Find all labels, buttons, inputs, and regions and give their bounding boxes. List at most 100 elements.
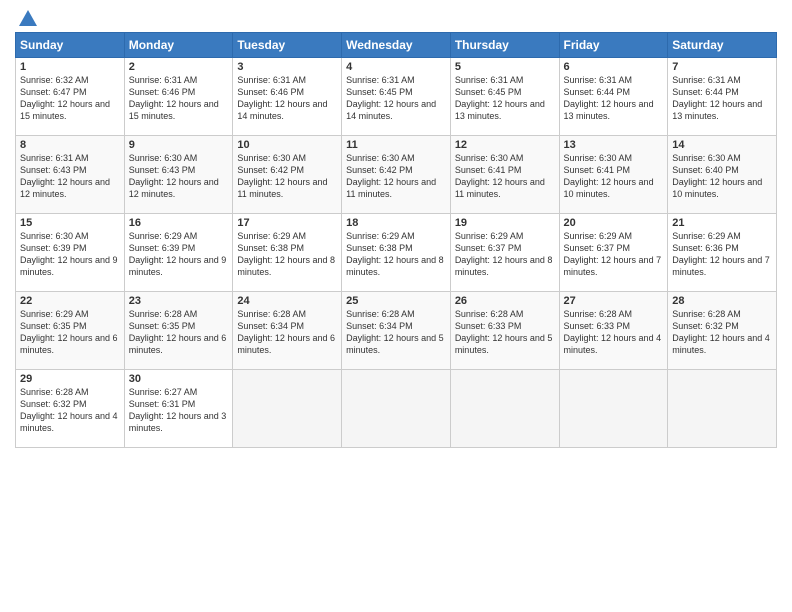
day-number: 26: [455, 295, 555, 307]
calendar-cell: 13 Sunrise: 6:30 AM Sunset: 6:41 PM Dayl…: [559, 136, 668, 214]
day-number: 16: [129, 217, 229, 229]
weekday-header: Friday: [559, 33, 668, 58]
calendar-cell: 20 Sunrise: 6:29 AM Sunset: 6:37 PM Dayl…: [559, 214, 668, 292]
weekday-header-row: SundayMondayTuesdayWednesdayThursdayFrid…: [16, 33, 777, 58]
day-info: Sunrise: 6:31 AM Sunset: 6:45 PM Dayligh…: [346, 74, 446, 123]
calendar-week-row: 29 Sunrise: 6:28 AM Sunset: 6:32 PM Dayl…: [16, 370, 777, 448]
calendar-cell: 12 Sunrise: 6:30 AM Sunset: 6:41 PM Dayl…: [450, 136, 559, 214]
calendar-cell: 11 Sunrise: 6:30 AM Sunset: 6:42 PM Dayl…: [342, 136, 451, 214]
calendar-cell: [450, 370, 559, 448]
calendar-cell: 18 Sunrise: 6:29 AM Sunset: 6:38 PM Dayl…: [342, 214, 451, 292]
day-info: Sunrise: 6:31 AM Sunset: 6:46 PM Dayligh…: [237, 74, 337, 123]
day-number: 1: [20, 61, 120, 73]
day-number: 7: [672, 61, 772, 73]
day-info: Sunrise: 6:28 AM Sunset: 6:32 PM Dayligh…: [20, 386, 120, 435]
day-number: 22: [20, 295, 120, 307]
day-info: Sunrise: 6:31 AM Sunset: 6:43 PM Dayligh…: [20, 152, 120, 201]
calendar-week-row: 8 Sunrise: 6:31 AM Sunset: 6:43 PM Dayli…: [16, 136, 777, 214]
calendar-cell: 24 Sunrise: 6:28 AM Sunset: 6:34 PM Dayl…: [233, 292, 342, 370]
calendar-cell: 22 Sunrise: 6:29 AM Sunset: 6:35 PM Dayl…: [16, 292, 125, 370]
day-number: 12: [455, 139, 555, 151]
day-info: Sunrise: 6:31 AM Sunset: 6:46 PM Dayligh…: [129, 74, 229, 123]
day-info: Sunrise: 6:28 AM Sunset: 6:33 PM Dayligh…: [564, 308, 664, 357]
day-info: Sunrise: 6:29 AM Sunset: 6:36 PM Dayligh…: [672, 230, 772, 279]
day-number: 6: [564, 61, 664, 73]
calendar-cell: 7 Sunrise: 6:31 AM Sunset: 6:44 PM Dayli…: [668, 58, 777, 136]
calendar-cell: [233, 370, 342, 448]
page-header: [15, 10, 777, 24]
day-info: Sunrise: 6:29 AM Sunset: 6:38 PM Dayligh…: [346, 230, 446, 279]
calendar-week-row: 15 Sunrise: 6:30 AM Sunset: 6:39 PM Dayl…: [16, 214, 777, 292]
day-info: Sunrise: 6:28 AM Sunset: 6:35 PM Dayligh…: [129, 308, 229, 357]
day-number: 30: [129, 373, 229, 385]
day-info: Sunrise: 6:29 AM Sunset: 6:38 PM Dayligh…: [237, 230, 337, 279]
weekday-header: Monday: [124, 33, 233, 58]
day-number: 13: [564, 139, 664, 151]
calendar-cell: 16 Sunrise: 6:29 AM Sunset: 6:39 PM Dayl…: [124, 214, 233, 292]
calendar-cell: 29 Sunrise: 6:28 AM Sunset: 6:32 PM Dayl…: [16, 370, 125, 448]
day-number: 23: [129, 295, 229, 307]
calendar-cell: 10 Sunrise: 6:30 AM Sunset: 6:42 PM Dayl…: [233, 136, 342, 214]
calendar-cell: 9 Sunrise: 6:30 AM Sunset: 6:43 PM Dayli…: [124, 136, 233, 214]
day-info: Sunrise: 6:29 AM Sunset: 6:39 PM Dayligh…: [129, 230, 229, 279]
logo: [15, 10, 39, 24]
day-info: Sunrise: 6:30 AM Sunset: 6:42 PM Dayligh…: [346, 152, 446, 201]
calendar-week-row: 1 Sunrise: 6:32 AM Sunset: 6:47 PM Dayli…: [16, 58, 777, 136]
weekday-header: Tuesday: [233, 33, 342, 58]
calendar-cell: [342, 370, 451, 448]
calendar-cell: 27 Sunrise: 6:28 AM Sunset: 6:33 PM Dayl…: [559, 292, 668, 370]
day-info: Sunrise: 6:30 AM Sunset: 6:41 PM Dayligh…: [455, 152, 555, 201]
calendar-cell: 5 Sunrise: 6:31 AM Sunset: 6:45 PM Dayli…: [450, 58, 559, 136]
day-info: Sunrise: 6:31 AM Sunset: 6:44 PM Dayligh…: [564, 74, 664, 123]
calendar-cell: 4 Sunrise: 6:31 AM Sunset: 6:45 PM Dayli…: [342, 58, 451, 136]
calendar-cell: [559, 370, 668, 448]
day-number: 24: [237, 295, 337, 307]
day-info: Sunrise: 6:31 AM Sunset: 6:44 PM Dayligh…: [672, 74, 772, 123]
day-number: 14: [672, 139, 772, 151]
weekday-header: Saturday: [668, 33, 777, 58]
day-info: Sunrise: 6:30 AM Sunset: 6:41 PM Dayligh…: [564, 152, 664, 201]
day-number: 28: [672, 295, 772, 307]
day-number: 4: [346, 61, 446, 73]
day-info: Sunrise: 6:28 AM Sunset: 6:34 PM Dayligh…: [237, 308, 337, 357]
day-info: Sunrise: 6:32 AM Sunset: 6:47 PM Dayligh…: [20, 74, 120, 123]
calendar-cell: 6 Sunrise: 6:31 AM Sunset: 6:44 PM Dayli…: [559, 58, 668, 136]
calendar-cell: 3 Sunrise: 6:31 AM Sunset: 6:46 PM Dayli…: [233, 58, 342, 136]
day-number: 10: [237, 139, 337, 151]
day-number: 5: [455, 61, 555, 73]
day-info: Sunrise: 6:31 AM Sunset: 6:45 PM Dayligh…: [455, 74, 555, 123]
calendar-cell: 19 Sunrise: 6:29 AM Sunset: 6:37 PM Dayl…: [450, 214, 559, 292]
day-info: Sunrise: 6:30 AM Sunset: 6:42 PM Dayligh…: [237, 152, 337, 201]
day-info: Sunrise: 6:29 AM Sunset: 6:37 PM Dayligh…: [455, 230, 555, 279]
day-info: Sunrise: 6:28 AM Sunset: 6:34 PM Dayligh…: [346, 308, 446, 357]
day-number: 3: [237, 61, 337, 73]
calendar-cell: 1 Sunrise: 6:32 AM Sunset: 6:47 PM Dayli…: [16, 58, 125, 136]
day-info: Sunrise: 6:28 AM Sunset: 6:33 PM Dayligh…: [455, 308, 555, 357]
calendar-table: SundayMondayTuesdayWednesdayThursdayFrid…: [15, 32, 777, 448]
calendar-week-row: 22 Sunrise: 6:29 AM Sunset: 6:35 PM Dayl…: [16, 292, 777, 370]
day-number: 18: [346, 217, 446, 229]
day-info: Sunrise: 6:30 AM Sunset: 6:40 PM Dayligh…: [672, 152, 772, 201]
weekday-header: Sunday: [16, 33, 125, 58]
calendar-cell: 15 Sunrise: 6:30 AM Sunset: 6:39 PM Dayl…: [16, 214, 125, 292]
calendar-cell: 2 Sunrise: 6:31 AM Sunset: 6:46 PM Dayli…: [124, 58, 233, 136]
calendar-cell: 17 Sunrise: 6:29 AM Sunset: 6:38 PM Dayl…: [233, 214, 342, 292]
logo-icon: [17, 8, 39, 30]
day-number: 29: [20, 373, 120, 385]
day-info: Sunrise: 6:29 AM Sunset: 6:37 PM Dayligh…: [564, 230, 664, 279]
day-info: Sunrise: 6:29 AM Sunset: 6:35 PM Dayligh…: [20, 308, 120, 357]
calendar-cell: 30 Sunrise: 6:27 AM Sunset: 6:31 PM Dayl…: [124, 370, 233, 448]
day-info: Sunrise: 6:27 AM Sunset: 6:31 PM Dayligh…: [129, 386, 229, 435]
day-info: Sunrise: 6:28 AM Sunset: 6:32 PM Dayligh…: [672, 308, 772, 357]
day-number: 21: [672, 217, 772, 229]
calendar-cell: 28 Sunrise: 6:28 AM Sunset: 6:32 PM Dayl…: [668, 292, 777, 370]
day-number: 17: [237, 217, 337, 229]
weekday-header: Thursday: [450, 33, 559, 58]
calendar-cell: [668, 370, 777, 448]
calendar-cell: 21 Sunrise: 6:29 AM Sunset: 6:36 PM Dayl…: [668, 214, 777, 292]
day-info: Sunrise: 6:30 AM Sunset: 6:43 PM Dayligh…: [129, 152, 229, 201]
day-number: 27: [564, 295, 664, 307]
calendar-cell: 25 Sunrise: 6:28 AM Sunset: 6:34 PM Dayl…: [342, 292, 451, 370]
day-number: 15: [20, 217, 120, 229]
day-number: 19: [455, 217, 555, 229]
